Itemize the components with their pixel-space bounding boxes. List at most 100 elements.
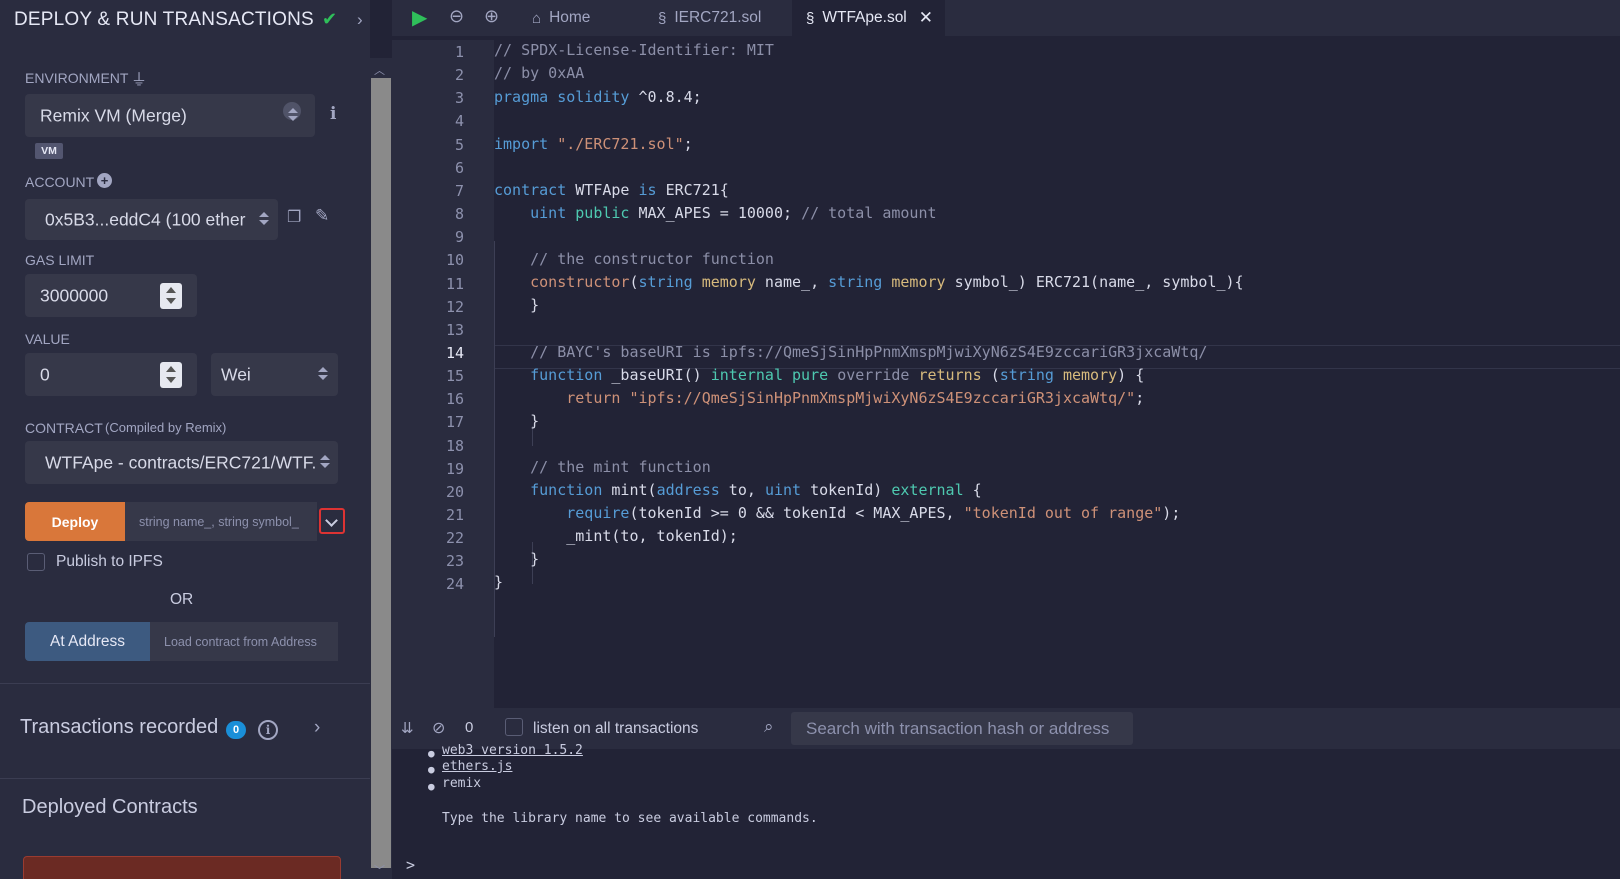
- code-line: // BAYC's baseURI is ipfs://QmeSjSinHpPn…: [530, 343, 1208, 361]
- bullet-icon: ●: [428, 763, 435, 776]
- info-icon[interactable]: i: [258, 720, 278, 740]
- chevron-right-icon[interactable]: ›: [357, 10, 363, 30]
- code-line: }: [494, 550, 540, 568]
- line-number: 11: [445, 274, 464, 293]
- tab-home[interactable]: ⌂ Home: [524, 0, 598, 36]
- listen-checkbox[interactable]: [505, 718, 523, 736]
- account-select[interactable]: 0x5B3...eddC4 (100 ether: [25, 199, 278, 240]
- line-gutter: 1 2 3 4 5 6 7 8 9 10 11 12 13 14 15 16 17 18 19 20 21 22 23 24: [392, 40, 494, 708]
- environment-label: ENVIRONMENT: [25, 70, 129, 86]
- section-divider: [0, 683, 370, 684]
- terminal-line: remix: [442, 776, 482, 791]
- environment-value: Remix VM (Merge): [40, 105, 187, 125]
- zoom-out-icon[interactable]: ⊖: [449, 6, 464, 27]
- transaction-count: 0: [465, 719, 474, 736]
- contract-value: WTFApe - contracts/ERC721/WTF.: [45, 452, 317, 472]
- terminal-line[interactable]: ethers.js: [442, 759, 512, 774]
- or-label: OR: [170, 591, 194, 608]
- tab-ierc721[interactable]: § IERC721.sol: [648, 0, 771, 36]
- line-number: 22: [445, 529, 464, 548]
- vm-badge: VM: [35, 143, 63, 159]
- stepper-icon[interactable]: [160, 362, 182, 388]
- value-unit-select[interactable]: Wei: [211, 353, 338, 396]
- line-number: 3: [454, 89, 464, 108]
- chevron-double-down-icon[interactable]: ⇊: [401, 719, 414, 737]
- bullet-icon: ●: [428, 780, 435, 793]
- contract-select[interactable]: WTFApe - contracts/ERC721/WTF.: [25, 441, 338, 484]
- transactions-recorded-label: Transactions recorded: [20, 716, 219, 738]
- expand-args-button[interactable]: [319, 508, 345, 534]
- solidity-icon: §: [806, 9, 815, 27]
- line-number: 10: [445, 251, 464, 270]
- code-line: }: [494, 573, 504, 591]
- add-account-icon[interactable]: +: [97, 173, 112, 188]
- tab-wtfape[interactable]: § WTFApe.sol ✕: [792, 0, 945, 36]
- code-line: pragma solidity ^0.8.4;: [494, 88, 702, 106]
- tab-label: WTFApe.sol: [822, 9, 907, 26]
- copy-icon[interactable]: ❐: [287, 207, 301, 227]
- line-number: 14: [445, 343, 464, 362]
- terminal-output: ● web3 version 1.5.2 ● ethers.js ● remix…: [392, 743, 1620, 879]
- transactions-count-badge: 0: [226, 721, 246, 739]
- close-icon[interactable]: ✕: [919, 8, 933, 28]
- terminal-line: Type the library name to see available c…: [442, 811, 818, 826]
- terminal-prompt[interactable]: >: [406, 856, 415, 874]
- line-number: 4: [454, 112, 464, 131]
- line-number: 7: [454, 181, 464, 200]
- scroll-down-icon[interactable]: ﹀: [374, 862, 385, 878]
- line-number: 9: [454, 228, 464, 247]
- contract-compiled-by: (Compiled by Remix): [105, 420, 227, 435]
- stepper-icon[interactable]: [160, 283, 182, 309]
- select-arrows-icon: [313, 361, 333, 387]
- line-number: 12: [445, 297, 464, 316]
- code-line: import "./ERC721.sol";: [494, 135, 693, 153]
- account-value: 0x5B3...eddC4 (100 ether: [45, 209, 246, 229]
- chevron-right-icon[interactable]: ›: [314, 717, 320, 739]
- gas-limit-input[interactable]: 3000000: [25, 274, 197, 317]
- panel-scrollbar-thumb[interactable]: [371, 78, 391, 868]
- code-line: // the constructor function: [530, 250, 774, 268]
- code-line: constructor(string memory name_, string …: [530, 273, 1244, 291]
- edit-icon[interactable]: ✎: [315, 206, 329, 226]
- deployed-contracts-warning: [23, 856, 341, 879]
- select-arrows-icon: [254, 206, 274, 232]
- deployed-contracts-label: Deployed Contracts: [22, 796, 198, 818]
- code-line: _mint(to, tokenId);: [494, 527, 738, 545]
- line-number: 24: [445, 575, 464, 594]
- select-arrows-icon: [315, 449, 335, 475]
- listen-label: listen on all transactions: [533, 720, 699, 737]
- gas-limit-value: 3000000: [40, 285, 109, 305]
- run-icon[interactable]: ▶: [412, 5, 427, 30]
- account-label: ACCOUNT: [25, 174, 95, 190]
- deploy-args-input[interactable]: string name_, string symbol_: [125, 502, 317, 541]
- check-icon: ✔: [322, 9, 338, 29]
- line-number: 2: [454, 66, 464, 85]
- line-number: 5: [454, 135, 464, 154]
- clear-icon[interactable]: ⊘: [432, 718, 445, 738]
- terminal-line[interactable]: web3 version 1.5.2: [442, 743, 583, 758]
- contract-label: CONTRACT: [25, 420, 103, 436]
- environment-select[interactable]: Remix VM (Merge): [25, 94, 315, 137]
- publish-ipfs-checkbox[interactable]: [27, 553, 45, 571]
- deploy-button[interactable]: Deploy: [25, 502, 125, 541]
- line-number: 20: [445, 482, 464, 501]
- info-icon[interactable]: i: [330, 104, 336, 124]
- line-number: 19: [445, 459, 464, 478]
- solidity-icon: §: [658, 9, 667, 27]
- load-contract-address-input[interactable]: Load contract from Address: [150, 622, 338, 661]
- line-number: 15: [445, 367, 464, 386]
- home-icon: ⌂: [532, 9, 542, 27]
- code-editor[interactable]: // SPDX-License-Identifier: MIT // by 0x…: [494, 40, 1620, 708]
- terminal-search-input[interactable]: Search with transaction hash or address: [791, 712, 1133, 745]
- code-line: }: [494, 296, 540, 314]
- code-line: // SPDX-License-Identifier: MIT: [494, 41, 774, 59]
- deploy-run-panel: DEPLOY & RUN TRANSACTIONS ✔ › ENVIRONMEN…: [0, 0, 370, 879]
- gas-limit-label: GAS LIMIT: [25, 252, 95, 268]
- scroll-up-icon[interactable]: ︿: [374, 62, 385, 78]
- line-number: 18: [445, 436, 464, 455]
- at-address-button[interactable]: At Address: [25, 622, 150, 661]
- value-amount: 0: [40, 364, 50, 384]
- value-input[interactable]: 0: [25, 353, 197, 396]
- zoom-in-icon[interactable]: ⊕: [484, 6, 499, 27]
- select-arrows-icon: [283, 102, 301, 121]
